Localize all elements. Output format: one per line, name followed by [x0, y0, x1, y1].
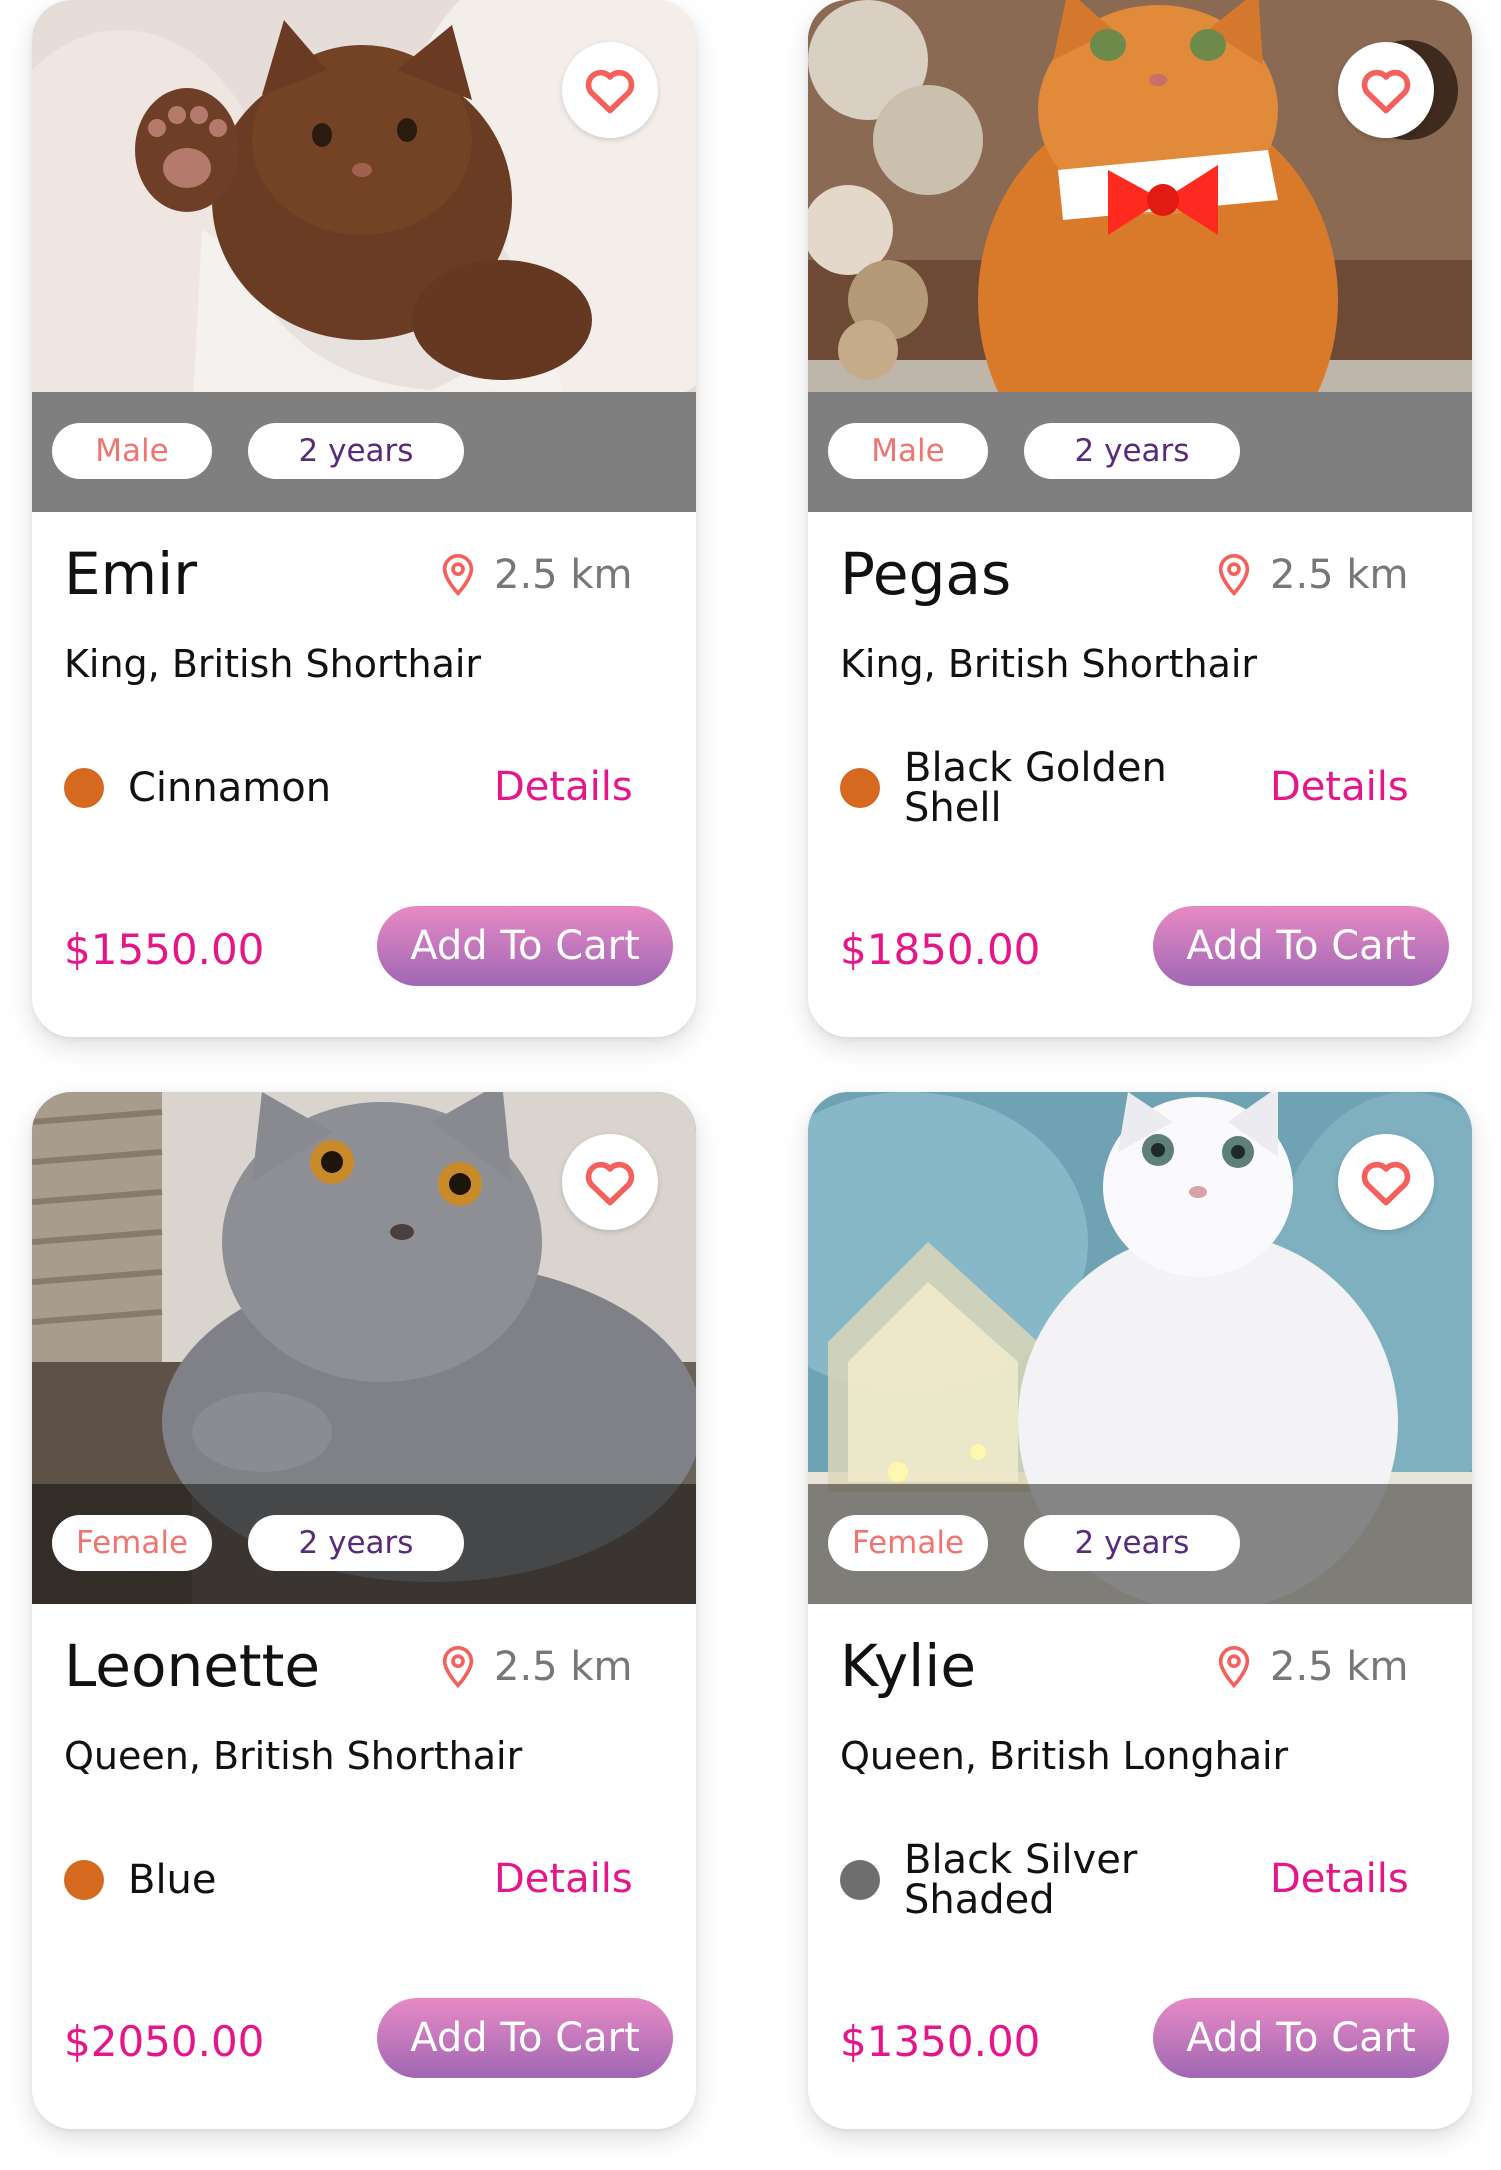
cat-name: Kylie — [840, 1632, 977, 1700]
cat-card[interactable]: Male 2 years Pegas 2.5 km King, British … — [808, 0, 1472, 1037]
heart-icon — [585, 1161, 635, 1206]
add-to-cart-button[interactable]: Add To Cart — [377, 1998, 673, 2078]
gender-badge: Female — [828, 1515, 988, 1571]
distance-text: 2.5 km — [1270, 1644, 1409, 1690]
location-pin-icon — [442, 554, 474, 597]
cat-color: Black Silver Shaded — [904, 1837, 1138, 1923]
favorite-button[interactable] — [1338, 1134, 1434, 1230]
cat-name: Leonette — [64, 1632, 321, 1700]
heart-icon — [1361, 69, 1411, 114]
cat-card[interactable]: Female 2 years Kylie 2.5 km Queen, Briti… — [808, 1092, 1472, 2129]
location-pin-icon — [1218, 1646, 1250, 1689]
add-to-cart-button[interactable]: Add To Cart — [1153, 1998, 1449, 2078]
age-badge: 2 years — [1024, 423, 1240, 479]
age-badge: 2 years — [248, 1515, 464, 1571]
cat-color: Black Golden Shell — [904, 745, 1167, 831]
add-to-cart-button[interactable]: Add To Cart — [377, 906, 673, 986]
distance-text: 2.5 km — [1270, 552, 1409, 598]
price: $1350.00 — [840, 2017, 1041, 2066]
cat-breed: Queen, British Shorthair — [64, 1734, 523, 1778]
add-to-cart-button[interactable]: Add To Cart — [1153, 906, 1449, 986]
gender-badge: Female — [52, 1515, 212, 1571]
cat-name: Pegas — [840, 540, 1012, 608]
favorite-button[interactable] — [1338, 42, 1434, 138]
distance: 2.5 km — [1214, 1644, 1408, 1690]
cat-card[interactable]: Female 2 years Leonette 2.5 km Queen, Br… — [32, 1092, 696, 2129]
distance: 2.5 km — [1214, 552, 1408, 598]
cat-color: Cinnamon — [128, 765, 332, 811]
heart-icon — [585, 69, 635, 114]
cat-breed: King, British Shorthair — [840, 642, 1258, 686]
cat-name: Emir — [64, 540, 198, 608]
age-badge: 2 years — [1024, 1515, 1240, 1571]
price: $1550.00 — [64, 925, 265, 974]
distance: 2.5 km — [438, 1644, 632, 1690]
favorite-button[interactable] — [562, 42, 658, 138]
location-pin-icon — [1218, 554, 1250, 597]
price: $1850.00 — [840, 925, 1041, 974]
distance-text: 2.5 km — [494, 1644, 633, 1690]
details-link[interactable]: Details — [494, 1856, 633, 1902]
gender-badge: Male — [52, 423, 212, 479]
color-dot — [64, 1860, 104, 1900]
details-link[interactable]: Details — [494, 764, 633, 810]
details-link[interactable]: Details — [1270, 764, 1409, 810]
price: $2050.00 — [64, 2017, 265, 2066]
gender-badge: Male — [828, 423, 988, 479]
cat-color: Blue — [128, 1857, 217, 1903]
color-dot — [64, 768, 104, 808]
cat-card[interactable]: Male 2 years Emir 2.5 km King, British S… — [32, 0, 696, 1037]
age-badge: 2 years — [248, 423, 464, 479]
distance-text: 2.5 km — [494, 552, 633, 598]
cat-breed: King, British Shorthair — [64, 642, 482, 686]
color-dot — [840, 768, 880, 808]
cat-breed: Queen, British Longhair — [840, 1734, 1289, 1778]
location-pin-icon — [442, 1646, 474, 1689]
favorite-button[interactable] — [562, 1134, 658, 1230]
color-dot — [840, 1860, 880, 1900]
distance: 2.5 km — [438, 552, 632, 598]
heart-icon — [1361, 1161, 1411, 1206]
details-link[interactable]: Details — [1270, 1856, 1409, 1902]
